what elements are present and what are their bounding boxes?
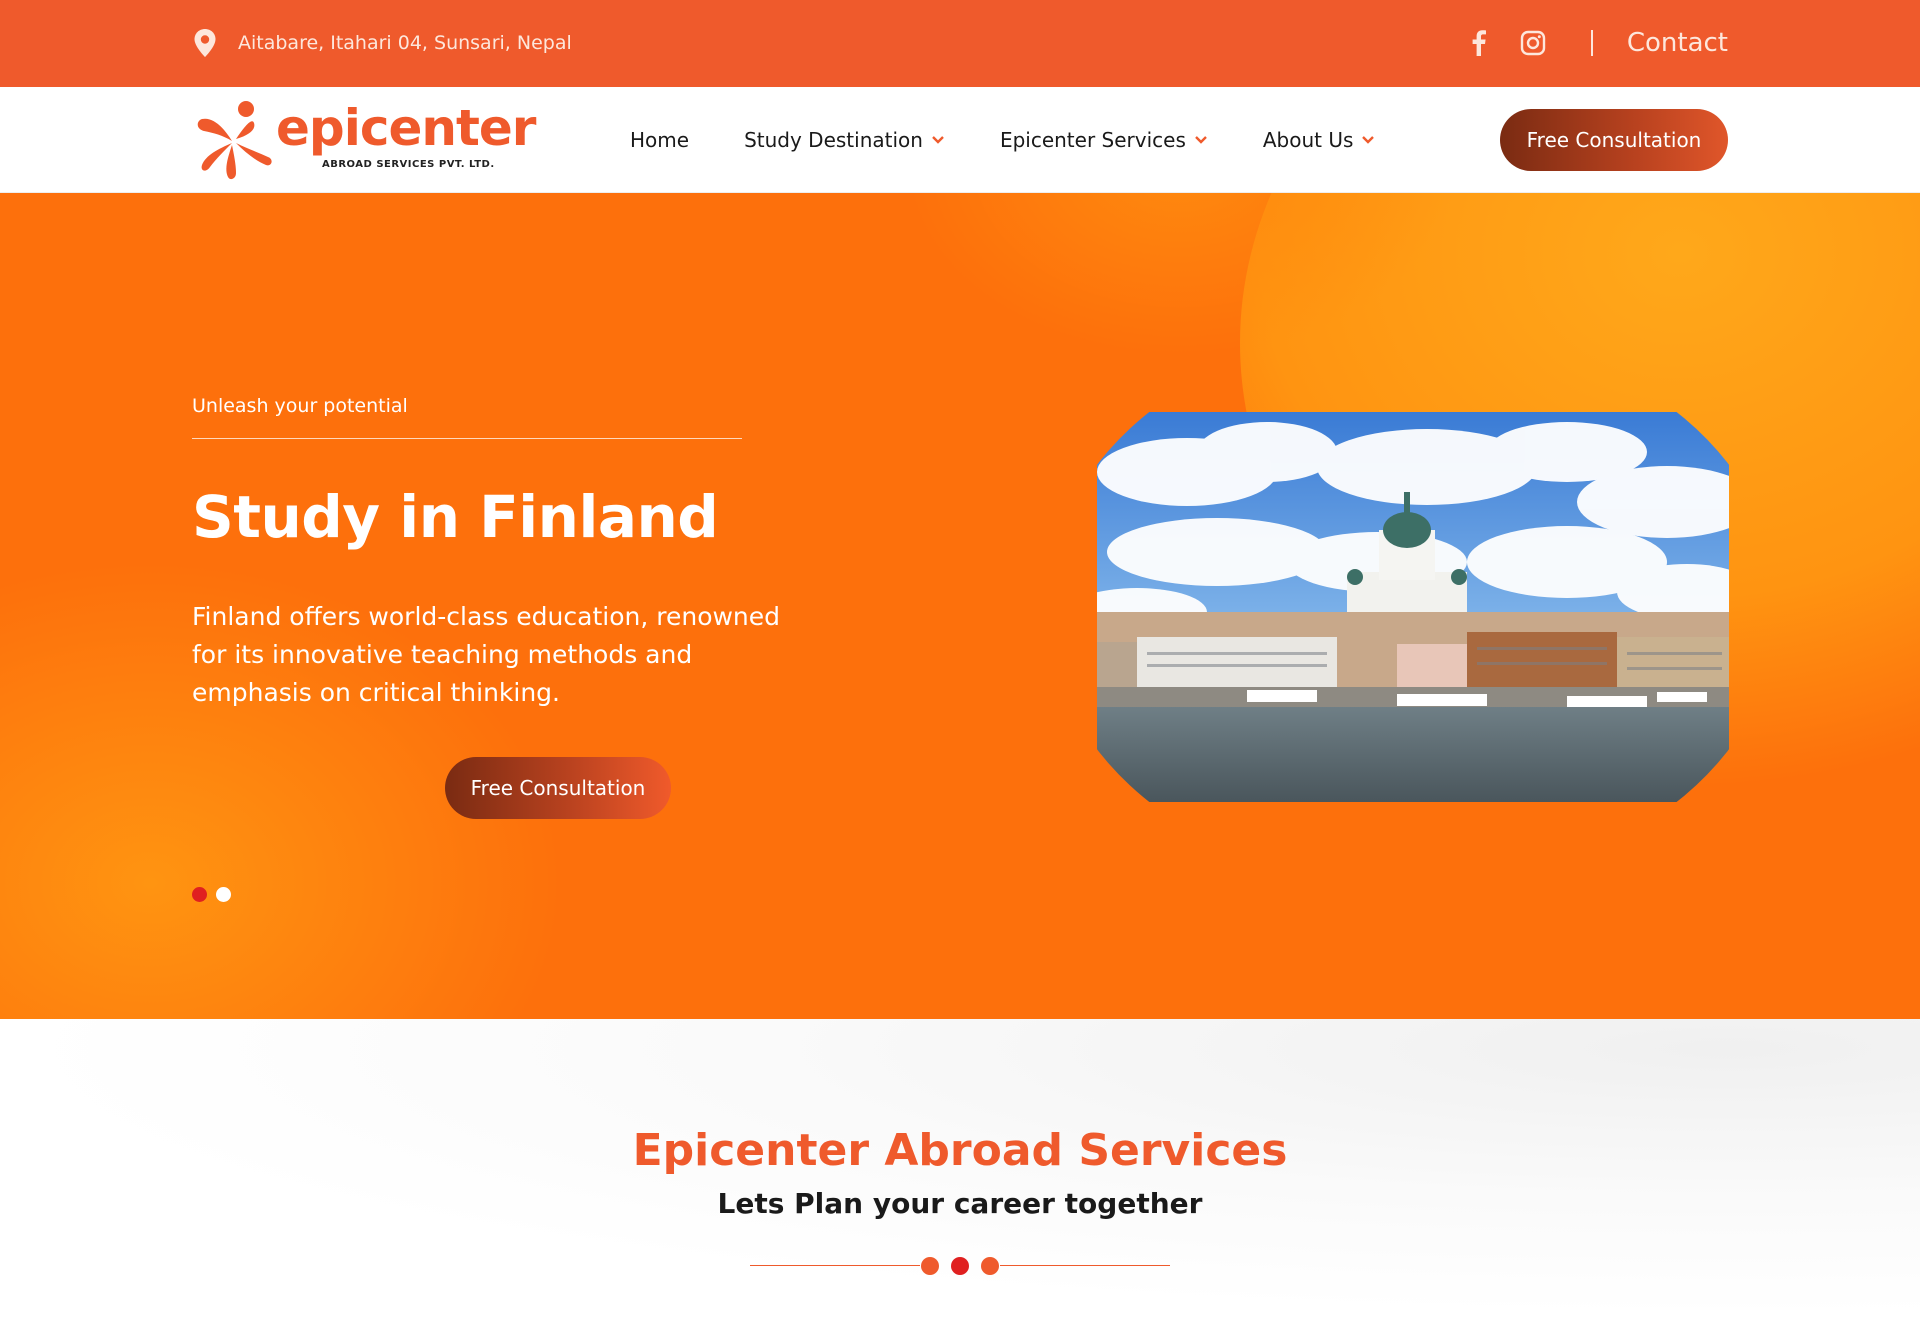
instagram-icon[interactable] (1517, 27, 1549, 59)
facebook-icon[interactable] (1463, 27, 1495, 59)
slider-dot-1[interactable] (192, 887, 207, 902)
hero-title: Study in Finland (192, 483, 719, 551)
divider-line-right (1000, 1265, 1170, 1266)
chevron-down-icon (931, 135, 945, 145)
divider-dot (951, 1257, 969, 1275)
intro-section: Epicenter Abroad Services Lets Plan your… (0, 1019, 1920, 1317)
nav-item-label: Home (630, 128, 690, 152)
hero-slider: Unleash your potential Study in Finland … (0, 193, 1920, 1019)
slider-dot-2[interactable] (216, 887, 231, 902)
section-divider (750, 1256, 1170, 1276)
chevron-down-icon (1361, 135, 1375, 145)
section-subheading: Lets Plan your career together (717, 1187, 1203, 1220)
nav-item-label: About Us (1262, 128, 1354, 152)
hero-divider (192, 438, 742, 439)
nav-item-about-us[interactable]: About Us (1263, 128, 1376, 152)
hero-eyebrow: Unleash your potential (192, 395, 408, 417)
free-consultation-button[interactable]: Free Consultation (1500, 109, 1728, 171)
address-text: Aitabare, Itahari 04, Sunsari, Nepal (238, 32, 572, 54)
nav-item-label: Epicenter Services (999, 128, 1186, 152)
location-pin-icon (192, 28, 218, 58)
logo[interactable]: epicenter ABROAD SERVICES PVT. LTD. (192, 95, 536, 183)
contact-link[interactable]: Contact (1627, 28, 1728, 58)
topbar-right: Contact (1463, 22, 1728, 64)
nav-item-home[interactable]: Home (630, 128, 689, 152)
nav-item-label: Study Destination (744, 128, 923, 152)
nav-item-study-destination[interactable]: Study Destination (744, 128, 945, 152)
main-header: epicenter ABROAD SERVICES PVT. LTD. Home… (0, 87, 1920, 193)
slider-dots (192, 887, 231, 902)
hero-description: Finland offers world-class education, re… (192, 602, 781, 707)
address-block: Aitabare, Itahari 04, Sunsari, Nepal (192, 26, 572, 60)
section-heading: Epicenter Abroad Services (632, 1125, 1288, 1176)
divider-line-left (750, 1265, 920, 1266)
nav-item-epicenter-services[interactable]: Epicenter Services (1000, 128, 1208, 152)
divider-dot (921, 1257, 939, 1275)
divider-dot (981, 1257, 999, 1275)
logo-wordmark: epicenter (276, 99, 536, 157)
logo-tagline: ABROAD SERVICES PVT. LTD. (322, 159, 495, 170)
top-bar: Aitabare, Itahari 04, Sunsari, Nepal Con… (0, 0, 1920, 87)
topbar-divider (1590, 30, 1593, 56)
main-nav: Home Study Destination Epicenter Service… (630, 87, 1430, 193)
chevron-down-icon (1194, 135, 1208, 145)
hero-free-consultation-button[interactable]: Free Consultation (445, 757, 671, 819)
logo-figure-icon (197, 101, 272, 180)
hero-city-image (1097, 412, 1729, 802)
